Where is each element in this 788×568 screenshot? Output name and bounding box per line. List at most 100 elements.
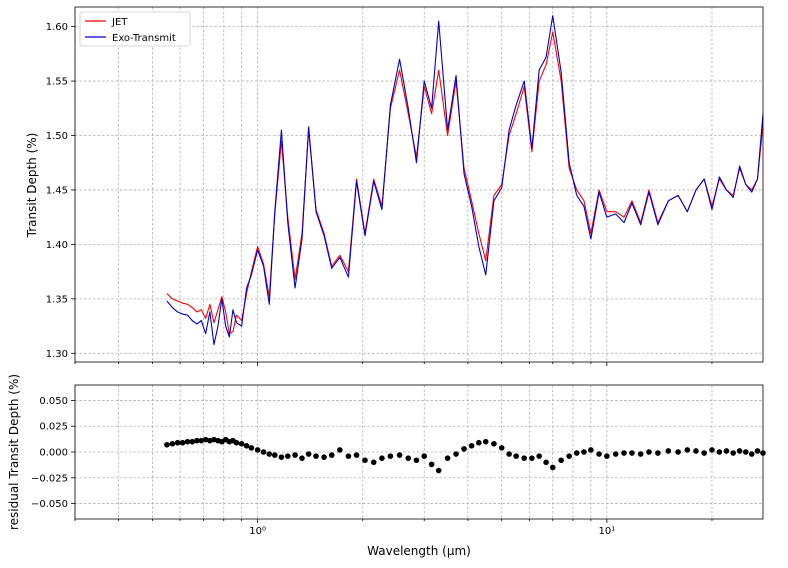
- residual-point: [612, 451, 619, 457]
- top-ticks: 1.30 1.35 1.40 1.45 1.50 1.55 1.60: [46, 22, 713, 366]
- legend-label-jet: JET: [111, 17, 128, 28]
- residual-point: [754, 448, 761, 454]
- residual-point: [435, 467, 442, 474]
- residual-point: [723, 448, 730, 454]
- top-axes-frame: [74, 6, 764, 363]
- chart-figure: 1.30 1.35 1.40 1.45 1.50 1.55 1.60 Transit Dep…: [7, 6, 766, 558]
- residual-point: [179, 439, 186, 446]
- residual-point: [621, 450, 627, 456]
- top-y-tick-label: 1.60: [46, 22, 68, 33]
- x-tick-label: 10¹: [598, 526, 615, 537]
- residual-point: [387, 453, 394, 459]
- residual-point: [379, 455, 385, 461]
- residual-point: [693, 448, 699, 454]
- residual-point: [313, 453, 319, 459]
- residual-point: [278, 454, 285, 460]
- legend: JET Exo-Transmit: [79, 11, 191, 47]
- residual-point: [468, 443, 475, 449]
- residual-point: [536, 453, 542, 459]
- top-y-tick-label: 1.45: [46, 185, 68, 196]
- residual-point: [748, 451, 755, 457]
- residual-point: [665, 448, 672, 454]
- residual-point: [588, 447, 594, 453]
- residual-point: [396, 452, 403, 458]
- residual-point: [248, 445, 255, 451]
- residual-point: [716, 449, 723, 455]
- residual-point: [370, 459, 377, 466]
- residual-point: [428, 461, 435, 468]
- residual-point: [292, 452, 298, 458]
- residual-point: [345, 453, 352, 459]
- residual-panel: −0.050 −0.025 0.000 0.025 0.050 10⁰ 10¹ residu…: [7, 374, 766, 558]
- bottom-y-tick-label: 0.000: [39, 448, 68, 459]
- residual-point: [629, 450, 635, 456]
- residual-point: [521, 455, 528, 461]
- top-series: [166, 15, 764, 346]
- x-tick-label: 10⁰: [249, 526, 266, 537]
- residual-point: [675, 449, 681, 455]
- residual-point: [637, 451, 644, 457]
- residual-point: [655, 450, 661, 456]
- residual-point: [321, 454, 327, 460]
- residual-point: [362, 457, 368, 464]
- residual-point: [266, 451, 273, 457]
- bottom-y-tick-label: 0.025: [39, 422, 68, 433]
- residual-point: [305, 451, 312, 457]
- residual-point: [529, 455, 535, 461]
- bottom-y-axis-label: residual Transit Depth (%): [7, 374, 21, 530]
- residual-point: [271, 452, 278, 458]
- x-axis-label: Wavelength (μm): [367, 544, 471, 558]
- transit-depth-panel: 1.30 1.35 1.40 1.45 1.50 1.55 1.60 Transit Dep…: [25, 6, 764, 366]
- residual-point: [337, 447, 343, 453]
- top-y-tick-label: 1.40: [46, 240, 68, 251]
- residual-point: [513, 453, 519, 459]
- residual-point: [736, 448, 743, 454]
- residual-point: [461, 446, 467, 452]
- residual-point: [684, 447, 691, 453]
- residual-point: [444, 455, 451, 461]
- residual-point: [566, 453, 572, 459]
- residual-point: [453, 451, 459, 457]
- bottom-ticks: −0.050 −0.025 0.000 0.025 0.050 10⁰ 10¹: [31, 396, 713, 537]
- residual-point: [233, 439, 240, 446]
- residual-point: [174, 439, 181, 446]
- residual-point: [596, 451, 602, 457]
- residual-point: [604, 453, 610, 459]
- residual-point: [498, 445, 505, 451]
- residual-points: [164, 436, 766, 474]
- residual-point: [243, 443, 250, 449]
- residual-point: [260, 449, 267, 455]
- residual-point: [709, 447, 715, 453]
- residual-point: [701, 450, 707, 456]
- residual-point: [299, 455, 305, 461]
- top-y-tick-label: 1.50: [46, 131, 68, 142]
- residual-point: [743, 449, 749, 455]
- bottom-y-tick-label: 0.050: [39, 396, 68, 407]
- residual-point: [549, 464, 556, 471]
- residual-point: [543, 459, 549, 466]
- top-y-tick-label: 1.35: [46, 294, 68, 305]
- residual-point: [353, 452, 360, 458]
- series-line-exo-transmit: [166, 15, 764, 346]
- residual-point: [476, 439, 482, 446]
- top-grid: [74, 7, 763, 362]
- bottom-y-tick-label: −0.025: [31, 473, 68, 484]
- top-y-tick-label: 1.55: [46, 77, 68, 88]
- residual-point: [413, 457, 420, 464]
- legend-label-exo-transmit: Exo-Transmit: [112, 33, 176, 44]
- bottom-y-tick-label: −0.050: [31, 499, 68, 510]
- top-y-axis-label: Transit Depth (%): [25, 133, 39, 239]
- residual-point: [164, 441, 170, 448]
- top-y-tick-label: 1.30: [46, 349, 68, 360]
- residual-point: [328, 452, 335, 458]
- residual-point: [581, 449, 587, 455]
- residual-point: [491, 440, 497, 447]
- residual-point: [506, 451, 512, 457]
- residual-point: [421, 453, 428, 459]
- residual-point: [730, 450, 736, 456]
- residual-point: [558, 457, 564, 464]
- residual-point: [482, 438, 489, 445]
- residual-point: [405, 455, 412, 461]
- residual-point: [238, 440, 245, 447]
- series-line-jet: [166, 31, 764, 335]
